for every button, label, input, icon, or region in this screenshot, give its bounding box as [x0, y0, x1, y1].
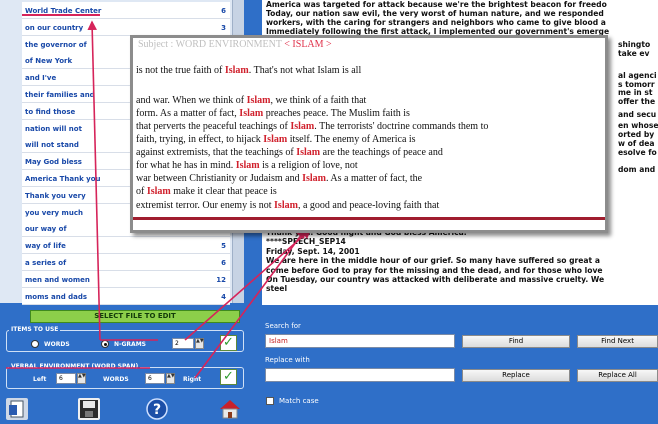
concordance-right-context: preaches peace. The Muslim faith is: [263, 108, 410, 119]
concordance-keyword: Islam: [274, 200, 298, 211]
word-environment-popup: Subject : WORD ENVIRONMENT < ISLAM > is …: [130, 35, 608, 233]
concordance-line: war between Christianity or Judaism and …: [136, 173, 422, 184]
concordance-keyword: Islam: [302, 173, 326, 184]
concordance-right-context: . As a matter of fact, the: [325, 173, 423, 184]
concordance-line: form. As a matter of fact, Islam preache…: [136, 108, 410, 119]
concordance-right-context: are the teachings of peace and: [320, 147, 443, 158]
concordance-left-context: form. As a matter of fact,: [136, 108, 240, 119]
concordance-line: and war. When we think of Islam, we thin…: [136, 95, 366, 106]
concordance-left-context: and war. When we think of: [136, 95, 247, 106]
concordance-right-context: itself. The enemy of America is: [287, 134, 416, 145]
popup-subject: Subject : WORD ENVIRONMENT < ISLAM >: [138, 39, 332, 50]
concordance-keyword: Islam: [235, 160, 260, 171]
concordance-right-context: . The terrorists' doctrine commands them…: [314, 121, 489, 132]
concordance-line: is not the true faith of Islam. That's n…: [136, 65, 361, 76]
concordance-keyword: Islam: [239, 108, 264, 119]
concordance-left-context: war between Christianity or Judaism and: [136, 173, 303, 184]
arrow-to-list: [87, 20, 101, 341]
concordance-left-context: faith, trying, in effect, to hijack: [136, 134, 264, 145]
concordance-line: that perverts the peaceful teachings of …: [136, 121, 488, 132]
concordance-line: faith, trying, in effect, to hijack Isla…: [136, 134, 416, 145]
popup-bottom-divider: [133, 217, 605, 220]
concordance-keyword: Islam: [296, 147, 321, 158]
concordance-line: extremist terror. Our enemy is not Islam…: [136, 200, 439, 211]
arrow-to-popup: [194, 228, 306, 379]
concordance-line: of Islam make it clear that peace is: [136, 186, 277, 197]
concordance-left-context: of: [136, 186, 147, 197]
concordance-keyword: Islam: [146, 186, 171, 197]
concordance-line: against extremists, that the teachings o…: [136, 147, 443, 158]
concordance-right-context: , we think of a faith that: [270, 95, 367, 106]
concordance-left-context: is not the true faith of: [136, 65, 225, 76]
concordance-line: for what he has in mind. Islam is a reli…: [136, 160, 358, 171]
concordance-left-context: that perverts the peaceful teachings of: [136, 121, 291, 132]
concordance-right-context: make it clear that peace is: [170, 186, 277, 197]
concordance-right-context: is a religion of love, not: [259, 160, 358, 171]
popup-subject-keyword: < ISLAM >: [284, 39, 332, 50]
concordance-keyword: Islam: [246, 95, 271, 106]
concordance-right-context: , a good and peace-loving faith that: [297, 200, 440, 211]
concordance-left-context: for what he has in mind.: [136, 160, 236, 171]
concordance-left-context: extremist terror. Our enemy is not: [136, 200, 275, 211]
popup-subject-prefix: Subject : WORD ENVIRONMENT: [138, 39, 282, 50]
concordance-keyword: Islam: [263, 134, 288, 145]
concordance-keyword: Islam: [224, 65, 249, 76]
arrow-to-popup-2: [184, 228, 312, 341]
concordance-left-context: against extremists, that the teachings o…: [136, 147, 297, 158]
concordance-right-context: . That's not what Islam is all: [248, 65, 362, 76]
concordance-keyword: Islam: [290, 121, 315, 132]
